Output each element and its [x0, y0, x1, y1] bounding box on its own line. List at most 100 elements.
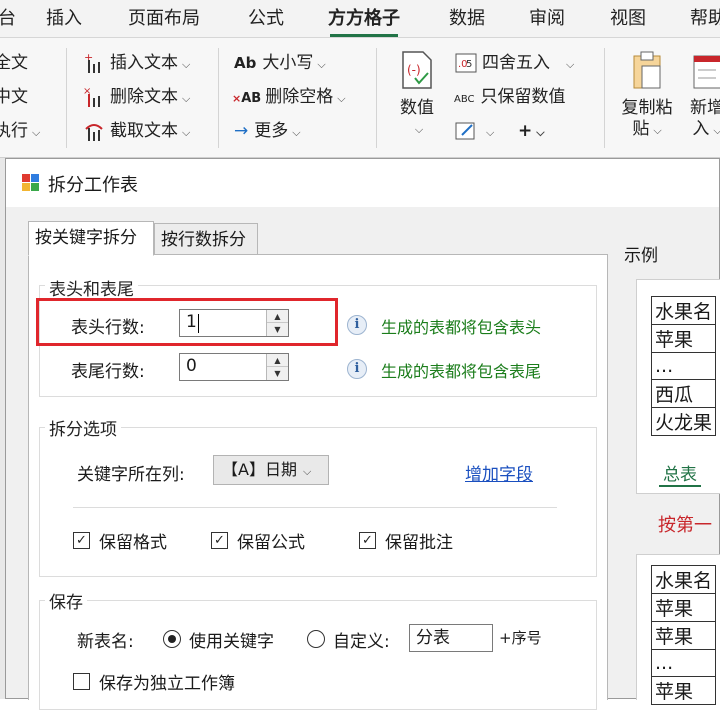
- table-row: 西瓜: [650, 379, 717, 408]
- extract-text-icon: [85, 124, 103, 141]
- round-icon: .05: [455, 53, 477, 73]
- round-button[interactable]: .0 5 四舍五入 ⌵: [454, 50, 574, 76]
- case-label: 大小写: [262, 53, 314, 73]
- svg-text:×: ×: [83, 86, 91, 97]
- svg-text:5: 5: [466, 59, 472, 70]
- round-label: 四舍五入: [482, 53, 550, 73]
- chevron-down-icon: ⌵: [566, 58, 575, 71]
- keep-format-checkbox[interactable]: ✓: [73, 532, 90, 549]
- value-button[interactable]: (-) 数值 ⌵: [392, 48, 442, 140]
- extract-text-button[interactable]: 截取文本 ⌵: [82, 118, 190, 144]
- chevron-down-icon: ⌵: [32, 126, 41, 139]
- table-cell: 苹果: [650, 621, 717, 650]
- ribbon: 全文 中文 执行 ⌵ + 插入文本 ⌵ × 删除文本 ⌵ 截取文本 ⌵ Ab 大小写 ⌵ ×AB…: [0, 38, 720, 158]
- custom-name-label: 自定义:: [333, 632, 390, 652]
- table-row: 苹果: [650, 621, 717, 650]
- ribbon-fragment-3[interactable]: 执行 ⌵: [0, 118, 40, 144]
- insert-text-icon: +: [84, 51, 100, 73]
- use-keyword-radio[interactable]: [163, 630, 181, 648]
- keep-values-label: 只保留数值: [480, 87, 566, 107]
- stepper-down-icon[interactable]: ▼: [267, 323, 288, 336]
- keep-formula-label: 保留公式: [237, 533, 305, 553]
- ribbon-separator: [218, 48, 219, 148]
- split-worksheet-dialog: 拆分工作表 按关键字拆分 按行数拆分 表头和表尾 表头行数: 1 ▲ ▼ i 生…: [5, 158, 720, 710]
- key-column-value: 【A】日期: [222, 460, 297, 479]
- example-result-preview: 水果名 苹果 苹果 ... 苹果: [636, 554, 720, 705]
- case-button[interactable]: Ab 大小写 ⌵: [234, 50, 326, 76]
- custom-name-input[interactable]: 分表: [409, 624, 493, 652]
- stepper-up-icon[interactable]: ▲: [267, 310, 288, 323]
- chevron-down-icon: ⌵: [302, 465, 312, 478]
- add-new-label: 新增: [690, 98, 720, 118]
- tab-fangfang-gezi[interactable]: 方方格子: [328, 7, 400, 37]
- table-row: 水果名: [650, 296, 717, 325]
- tab-home-partial[interactable]: 台: [0, 7, 16, 33]
- insert-text-button[interactable]: + 插入文本 ⌵: [82, 50, 190, 76]
- example-table-result: 水果名 苹果 苹果 ... 苹果: [650, 565, 717, 705]
- delete-text-button[interactable]: × 删除文本 ⌵: [82, 84, 190, 110]
- tab-review[interactable]: 审阅: [529, 7, 565, 33]
- split-options-group-title: 拆分选项: [45, 415, 121, 440]
- tab-help[interactable]: 帮助: [690, 7, 720, 33]
- stepper-buttons: ▲ ▼: [266, 310, 288, 336]
- example-caption: 按第一: [658, 515, 712, 536]
- footer-rows-stepper[interactable]: 0 ▲ ▼: [179, 353, 289, 381]
- tab-formulas[interactable]: 公式: [248, 7, 284, 33]
- stepper-up-icon[interactable]: ▲: [267, 354, 288, 367]
- table-cell: 水果名: [650, 296, 717, 325]
- keep-comment-checkbox[interactable]: ✓: [359, 532, 376, 549]
- value-label: 数值: [400, 98, 434, 118]
- svg-text:(-): (-): [407, 63, 421, 77]
- chevron-down-icon: ⌵: [653, 124, 662, 137]
- example-source-preview: 水果名 苹果 ... 西瓜 火龙果 总表: [636, 279, 720, 494]
- table-cell: ...: [650, 352, 717, 380]
- ribbon-fragment-1[interactable]: 全文: [0, 50, 28, 76]
- table-cell: 水果名: [650, 565, 717, 594]
- example-title: 示例: [624, 246, 658, 266]
- split-options-group: [39, 427, 597, 577]
- delete-text-icon: ×: [83, 86, 100, 107]
- table-row: 水果名: [650, 565, 717, 594]
- more-button[interactable]: → 更多 ⌵: [234, 118, 301, 144]
- save-as-workbook-checkbox[interactable]: [73, 673, 90, 690]
- footer-rows-label: 表尾行数:: [71, 362, 145, 382]
- keep-values-button[interactable]: ABC 只保留数值: [454, 84, 566, 110]
- add-new-button[interactable]: 新增 入 ⌵: [682, 48, 720, 141]
- info-icon: i: [347, 315, 367, 335]
- custom-name-radio[interactable]: [307, 630, 325, 648]
- new-name-label: 新表名:: [77, 632, 134, 652]
- add-field-link[interactable]: 增加字段: [465, 460, 533, 485]
- dialog-titlebar[interactable]: 拆分工作表: [6, 159, 719, 207]
- ribbon-fragment-2[interactable]: 中文: [0, 84, 28, 110]
- footer-hint: 生成的表都将包含表尾: [381, 362, 542, 381]
- arrow-right-icon: →: [234, 121, 249, 141]
- key-column-dropdown[interactable]: 【A】日期 ⌵: [213, 455, 329, 485]
- plus-icon[interactable]: + ⌵: [518, 118, 545, 144]
- tab-split-by-rows[interactable]: 按行数拆分: [154, 223, 258, 255]
- stepper-down-icon[interactable]: ▼: [267, 367, 288, 380]
- table-cell: 苹果: [650, 593, 717, 622]
- chevron-down-icon: ⌵: [414, 123, 424, 136]
- format-button[interactable]: ⌵: [454, 118, 494, 144]
- header-rows-stepper[interactable]: 1 ▲ ▼: [179, 309, 289, 337]
- delete-spaces-button[interactable]: ×AB 删除空格 ⌵: [232, 84, 346, 110]
- keep-formula-checkbox[interactable]: ✓: [211, 532, 228, 549]
- tab-data[interactable]: 数据: [449, 7, 485, 33]
- chevron-down-icon: ⌵: [182, 92, 191, 105]
- tab-view[interactable]: 视图: [610, 7, 646, 33]
- tab-page-layout[interactable]: 页面布局: [128, 7, 200, 33]
- tab-split-by-keyword[interactable]: 按关键字拆分: [28, 221, 154, 256]
- table-row: 苹果: [650, 676, 717, 705]
- use-keyword-label: 使用关键字: [189, 632, 274, 652]
- copy-paste-label-line2-text: 贴: [632, 119, 650, 139]
- extract-text-label: 截取文本: [110, 121, 178, 141]
- keep-values-icon: ABC: [454, 94, 475, 105]
- table-cell: 苹果: [650, 324, 717, 353]
- ribbon-separator: [604, 48, 605, 148]
- tab-insert[interactable]: 插入: [46, 7, 82, 33]
- chevron-down-icon: ⌵: [317, 58, 326, 71]
- copy-paste-button[interactable]: 复制粘 贴 ⌵: [617, 48, 677, 141]
- chevron-down-icon: ⌵: [292, 126, 301, 139]
- header-rows-value: 1: [186, 312, 197, 332]
- table-row: ...: [650, 352, 717, 380]
